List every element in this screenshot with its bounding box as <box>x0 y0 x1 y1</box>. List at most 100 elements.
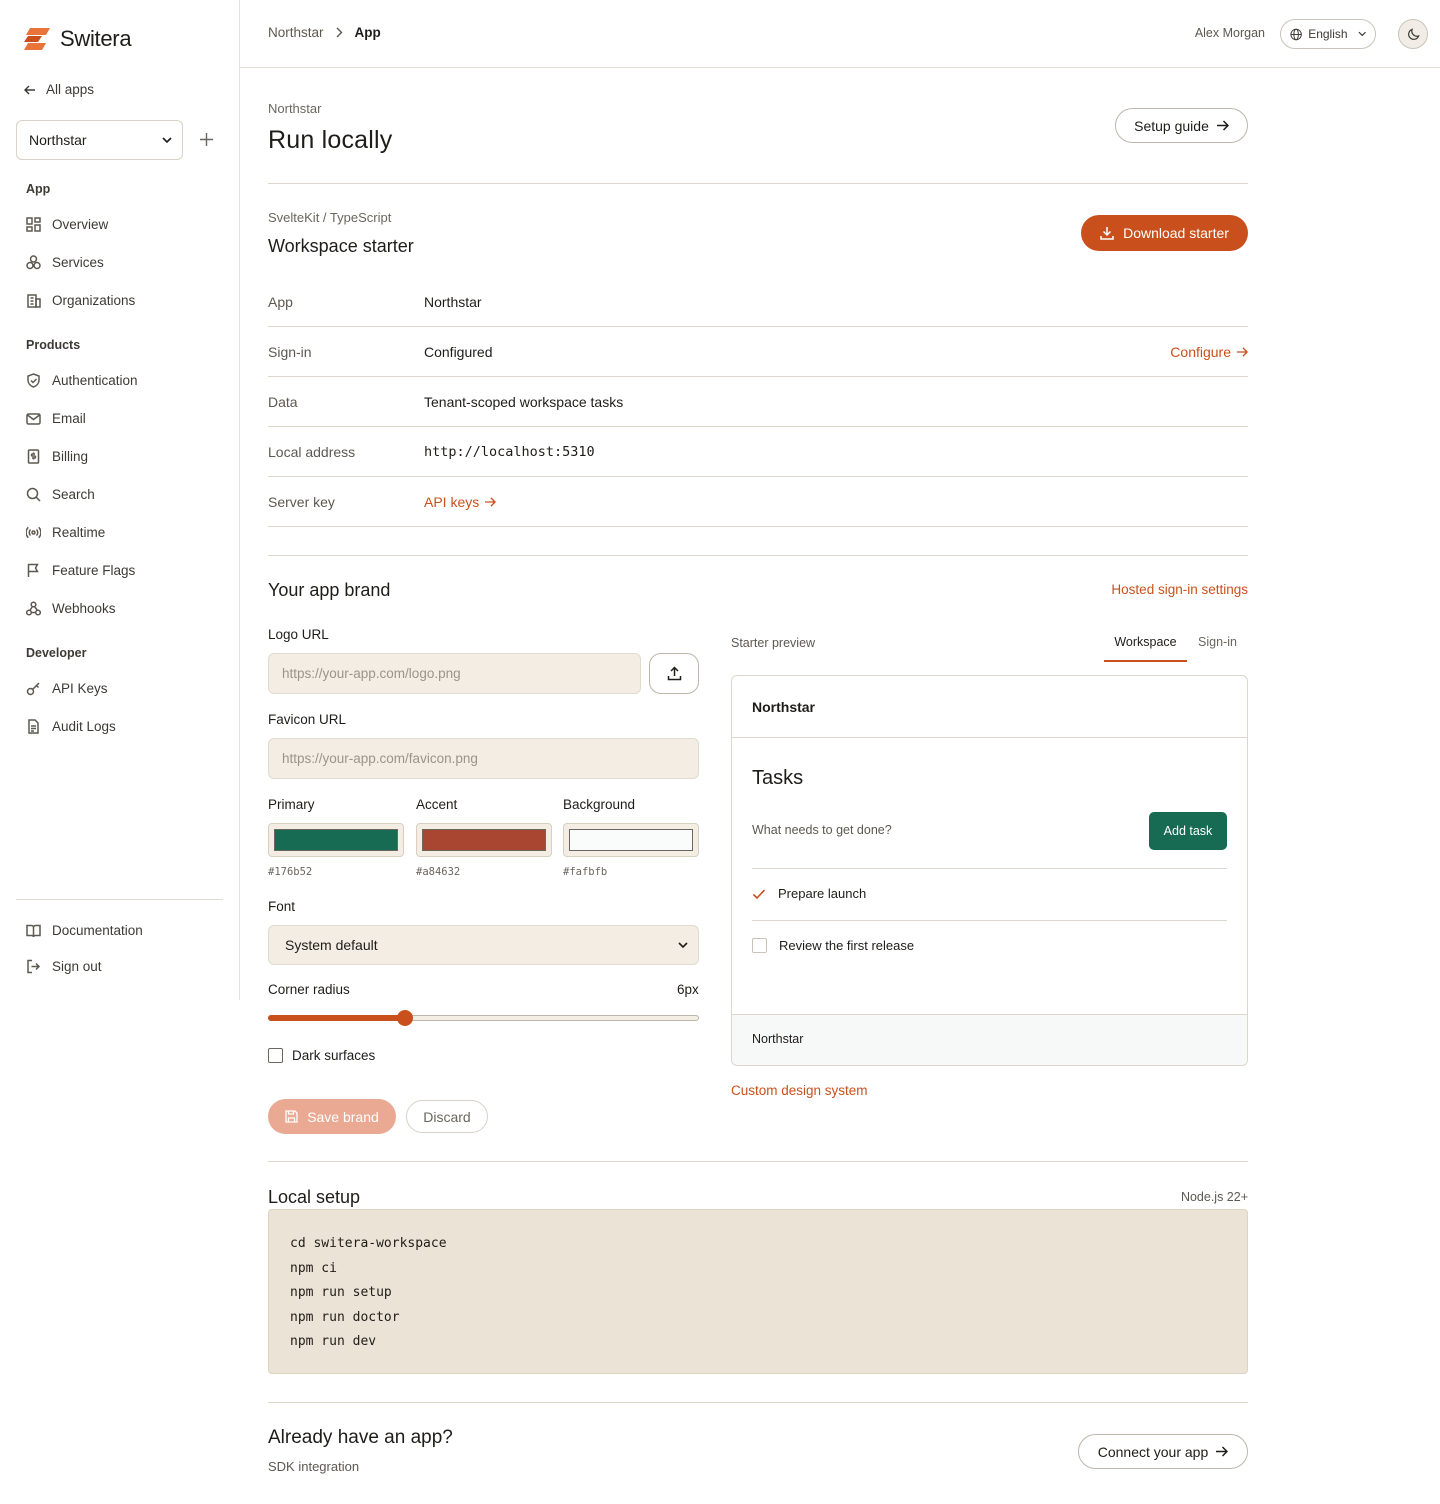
favicon-url-label: Favicon URL <box>268 712 347 727</box>
sidebar-item-label: Services <box>52 254 104 270</box>
tab-workspace[interactable]: Workspace <box>1104 635 1187 662</box>
hosted-signin-settings-link[interactable]: Hosted sign-in settings <box>1111 582 1248 597</box>
sidebar-item-email[interactable]: Email <box>26 408 86 428</box>
all-apps-link[interactable]: All apps <box>24 82 94 97</box>
sidebar-item-sign-out[interactable]: Sign out <box>26 956 102 976</box>
existing-app-title: Already have an app? <box>268 1427 453 1448</box>
sidebar-item-authentication[interactable]: Authentication <box>26 370 138 390</box>
sidebar-item-audit-logs[interactable]: Audit Logs <box>26 716 116 736</box>
sidebar-item-label: Audit Logs <box>52 718 116 734</box>
key-icon <box>26 681 40 695</box>
moon-icon <box>1407 27 1420 40</box>
arrow-right-icon <box>1216 120 1229 131</box>
theme-toggle[interactable] <box>1398 19 1428 49</box>
logo-url-label: Logo URL <box>268 627 329 642</box>
dark-surfaces-checkbox[interactable] <box>268 1048 283 1063</box>
background-color-picker[interactable] <box>563 823 699 857</box>
setup-guide-button[interactable]: Setup guide <box>1115 108 1248 143</box>
font-select[interactable]: System default <box>268 925 699 965</box>
slider-fill <box>268 1015 405 1021</box>
sidebar-item-webhooks[interactable]: Webhooks <box>26 598 116 618</box>
corner-radius-slider[interactable] <box>268 1010 699 1026</box>
add-task-button[interactable]: Add task <box>1149 812 1227 850</box>
sidebar-item-api-keys[interactable]: API Keys <box>26 678 108 698</box>
starter-title: Workspace starter <box>268 236 414 256</box>
sidebar-item-label: Sign out <box>52 958 102 974</box>
flag-icon <box>27 563 39 577</box>
language-select[interactable]: English <box>1280 19 1376 49</box>
radio-waves-icon <box>26 526 41 538</box>
arrow-right-icon <box>1216 1446 1229 1457</box>
grid-icon <box>26 216 41 232</box>
brand-logo[interactable]: Switera <box>24 26 132 52</box>
sidebar-item-documentation[interactable]: Documentation <box>26 920 143 940</box>
sidebar-item-label: Authentication <box>52 372 138 388</box>
sidebar-item-organizations[interactable]: Organizations <box>26 290 135 310</box>
breadcrumb-item[interactable]: Northstar <box>268 25 324 40</box>
mail-icon <box>26 412 41 425</box>
sidebar-item-label: Email <box>52 410 86 426</box>
local-setup-code[interactable]: cd switera-workspace npm ci npm run setu… <box>268 1209 1248 1374</box>
sidebar-item-label: Webhooks <box>52 600 116 616</box>
dark-surfaces-label: Dark surfaces <box>292 1048 376 1063</box>
app-select[interactable]: Northstar <box>16 120 183 160</box>
page-eyebrow: Northstar <box>268 101 322 116</box>
sidebar-item-billing[interactable]: Billing <box>26 446 88 466</box>
preview-task-input[interactable]: What needs to get done? <box>752 823 892 837</box>
building-icon <box>27 293 41 308</box>
primary-color-picker[interactable] <box>268 823 404 857</box>
user-name[interactable]: Alex Morgan <box>1195 26 1265 40</box>
local-address-value[interactable]: http://localhost:5310 <box>424 444 595 460</box>
page-title: Run locally <box>268 126 393 154</box>
check-icon[interactable] <box>752 887 766 901</box>
sidebar-item-search[interactable]: Search <box>26 484 95 504</box>
setup-guide-label: Setup guide <box>1134 117 1209 134</box>
slider-thumb[interactable] <box>396 1010 413 1026</box>
existing-app-subtitle: SDK integration <box>268 1459 360 1474</box>
log-out-icon <box>27 959 41 973</box>
save-icon <box>285 1110 298 1123</box>
accent-color-label: Accent <box>416 797 458 812</box>
sidebar-item-services[interactable]: Services <box>26 252 104 272</box>
sidebar-item-overview[interactable]: Overview <box>26 214 108 234</box>
custom-design-system-link[interactable]: Custom design system <box>731 1083 868 1098</box>
favicon-url-input[interactable]: https://your-app.com/favicon.png <box>268 738 699 779</box>
task-checkbox[interactable] <box>752 938 767 953</box>
upload-logo-button[interactable] <box>649 653 699 694</box>
tab-sign-in[interactable]: Sign-in <box>1187 635 1248 662</box>
sidebar-item-feature-flags[interactable]: Feature Flags <box>26 560 135 580</box>
accent-color-hex: #a84632 <box>416 866 461 878</box>
starter-row-data: Data Tenant-scoped workspace tasks <box>268 377 1248 427</box>
book-open-icon <box>26 924 41 937</box>
background-color-hex: #fafbfb <box>563 866 608 878</box>
font-label: Font <box>268 899 296 914</box>
sidebar-item-realtime[interactable]: Realtime <box>26 522 105 542</box>
api-keys-link[interactable]: API keys <box>424 493 497 510</box>
discard-button[interactable]: Discard <box>406 1100 488 1133</box>
connect-app-button[interactable]: Connect your app <box>1078 1434 1248 1469</box>
accent-color-swatch <box>422 829 546 851</box>
add-app-button[interactable] <box>196 128 216 152</box>
webhook-icon <box>26 600 41 616</box>
code-line: npm ci <box>290 1260 337 1276</box>
dark-surfaces-toggle[interactable]: Dark surfaces <box>268 1048 375 1063</box>
logo-url-input[interactable]: https://your-app.com/logo.png <box>268 653 641 694</box>
row-key: App <box>268 293 293 310</box>
arrow-right-icon <box>1237 346 1248 357</box>
accent-color-picker[interactable] <box>416 823 552 857</box>
configure-link[interactable]: Configure <box>1170 344 1248 360</box>
configure-label: Configure <box>1170 343 1231 360</box>
breadcrumb-current: App <box>354 25 381 40</box>
plus-icon <box>199 133 213 146</box>
task-item: Review the first release <box>752 938 914 953</box>
search-icon <box>26 487 41 502</box>
starter-row-local-address: Local address http://localhost:5310 <box>268 427 1248 477</box>
api-keys-label: API keys <box>424 493 480 510</box>
save-brand-button[interactable]: Save brand <box>268 1099 396 1134</box>
download-starter-button[interactable]: Download starter <box>1081 215 1248 251</box>
file-text-icon <box>28 718 39 734</box>
boxes-icon <box>26 254 41 269</box>
node-requirement: Node.js 22+ <box>1180 1190 1248 1204</box>
sidebar-item-label: Billing <box>52 448 89 464</box>
task-text: Review the first release <box>779 938 915 953</box>
